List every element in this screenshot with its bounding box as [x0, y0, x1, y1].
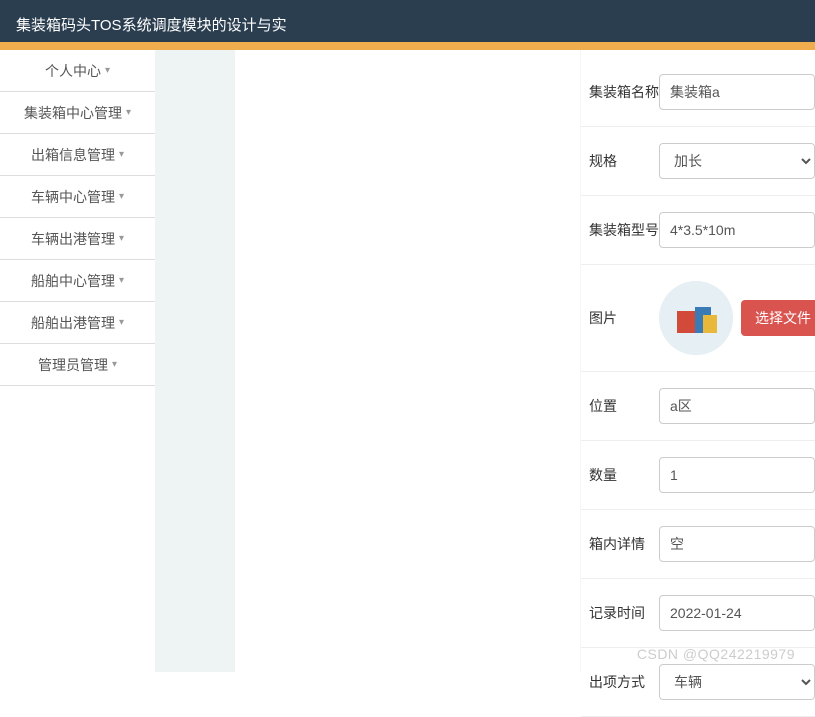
- sidebar-item-ship-mgmt[interactable]: 船舶中心管理 ▾: [0, 260, 155, 302]
- label-spec: 规格: [589, 151, 659, 171]
- sidebar-item-container-mgmt[interactable]: 集装箱中心管理 ▾: [0, 92, 155, 134]
- caret-down-icon: ▾: [119, 275, 124, 286]
- sidebar-item-label: 船舶出港管理: [31, 313, 115, 333]
- page-title: 集装箱码头TOS系统调度模块的设计与实: [16, 14, 287, 35]
- sidebar-item-label: 车辆中心管理: [31, 187, 115, 207]
- sidebar-item-vehicle-mgmt[interactable]: 车辆中心管理 ▾: [0, 176, 155, 218]
- sidebar-item-label: 车辆出港管理: [31, 229, 115, 249]
- form-row-image: 图片 选择文件: [581, 265, 815, 372]
- sidebar-item-outbox-mgmt[interactable]: 出箱信息管理 ▾: [0, 134, 155, 176]
- label-location: 位置: [589, 396, 659, 416]
- sidebar-item-label: 出箱信息管理: [31, 145, 115, 165]
- header: 集装箱码头TOS系统调度模块的设计与实: [0, 6, 815, 42]
- sidebar: 个人中心 ▾ 集装箱中心管理 ▾ 出箱信息管理 ▾ 车辆中心管理 ▾ 车辆出港管…: [0, 50, 155, 672]
- label-method: 出项方式: [589, 672, 659, 692]
- input-location[interactable]: [659, 388, 815, 424]
- form-row-location: 位置: [581, 372, 815, 441]
- input-detail[interactable]: [659, 526, 815, 562]
- form-row-method: 出项方式 车辆: [581, 648, 815, 717]
- caret-down-icon: ▾: [119, 191, 124, 202]
- orange-bar: [0, 42, 815, 50]
- choose-file-button[interactable]: 选择文件: [741, 300, 815, 336]
- form-row-recordtime: 记录时间: [581, 579, 815, 648]
- thumbnail-image: [659, 281, 733, 355]
- caret-down-icon: ▾: [119, 233, 124, 244]
- sidebar-item-label: 集装箱中心管理: [24, 103, 122, 123]
- select-method[interactable]: 车辆: [659, 664, 815, 700]
- form-panel: 集装箱名称 规格 加长 集装箱型号 图片 选择文件: [580, 50, 815, 672]
- container: 个人中心 ▾ 集装箱中心管理 ▾ 出箱信息管理 ▾ 车辆中心管理 ▾ 车辆出港管…: [0, 50, 815, 672]
- main-area: [235, 50, 580, 672]
- sidebar-item-vehicle-depart[interactable]: 车辆出港管理 ▾: [0, 218, 155, 260]
- sidebar-item-admin-mgmt[interactable]: 管理员管理 ▾: [0, 344, 155, 386]
- sidebar-item-ship-depart[interactable]: 船舶出港管理 ▾: [0, 302, 155, 344]
- label-recordtime: 记录时间: [589, 603, 659, 623]
- sidebar-item-personal[interactable]: 个人中心 ▾: [0, 50, 155, 92]
- input-quantity[interactable]: [659, 457, 815, 493]
- form-row-model: 集装箱型号: [581, 196, 815, 265]
- gap-panel: [155, 50, 235, 672]
- sidebar-item-label: 管理员管理: [38, 355, 108, 375]
- caret-down-icon: ▾: [119, 317, 124, 328]
- label-model: 集装箱型号: [589, 220, 659, 240]
- caret-down-icon: ▾: [105, 65, 110, 76]
- caret-down-icon: ▾: [112, 359, 117, 370]
- sidebar-item-label: 船舶中心管理: [31, 271, 115, 291]
- label-name: 集装箱名称: [589, 82, 659, 102]
- label-detail: 箱内详情: [589, 534, 659, 554]
- form-row-name: 集装箱名称: [581, 58, 815, 127]
- form-row-detail: 箱内详情: [581, 510, 815, 579]
- caret-down-icon: ▾: [126, 107, 131, 118]
- input-name[interactable]: [659, 74, 815, 110]
- input-recordtime[interactable]: [659, 595, 815, 631]
- label-quantity: 数量: [589, 465, 659, 485]
- label-image: 图片: [589, 308, 659, 328]
- form-row-quantity: 数量: [581, 441, 815, 510]
- input-model[interactable]: [659, 212, 815, 248]
- sidebar-item-label: 个人中心: [45, 61, 101, 81]
- caret-down-icon: ▾: [119, 149, 124, 160]
- select-spec[interactable]: 加长: [659, 143, 815, 179]
- container-image-icon: [659, 281, 733, 355]
- form-row-spec: 规格 加长: [581, 127, 815, 196]
